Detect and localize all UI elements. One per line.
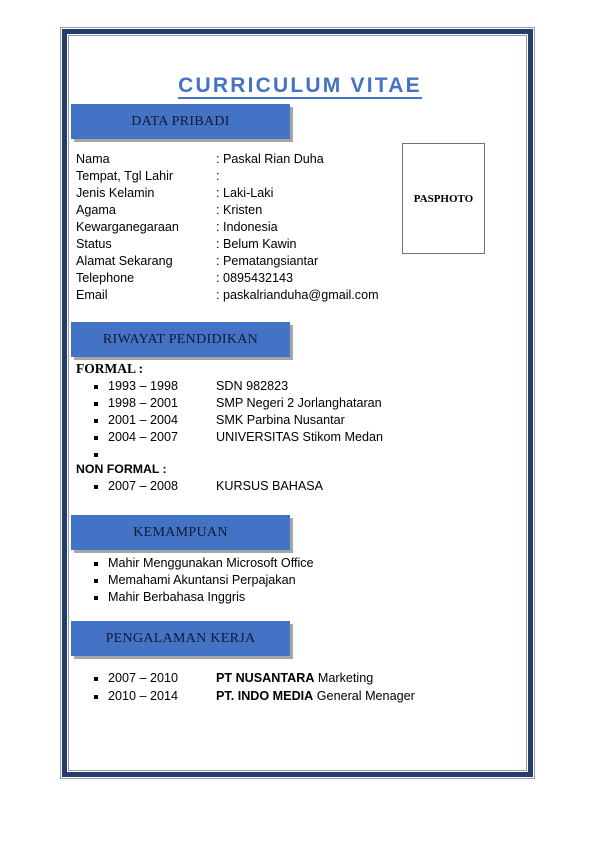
field-label: Kewarganegaraan <box>76 220 179 234</box>
section-heading-education: RIWAYAT PENDIDIKAN <box>71 322 290 357</box>
document-title-text: CURRICULUM VITAE <box>178 74 422 99</box>
education-years: 2007 – 2008 <box>108 479 179 493</box>
document-title: CURRICULUM VITAE <box>0 74 595 99</box>
field-label: Jenis Kelamin <box>76 186 155 200</box>
education-institution: SMK Parbina Nusantar <box>216 413 345 427</box>
bullet-icon <box>94 677 98 681</box>
field-value: : Indonesia <box>216 220 278 234</box>
field-label: Tempat, Tgl Lahir <box>76 169 174 183</box>
bullet-icon <box>94 579 98 583</box>
experience-position: PT. INDO MEDIA General Menager <box>216 688 415 705</box>
experience-role: Marketing <box>314 671 374 685</box>
field-value: : Paskal Rian Duha <box>216 152 324 166</box>
skill-item: Mahir Berbahasa Inggris <box>108 590 246 604</box>
skill-item: Mahir Menggunakan Microsoft Office <box>108 556 314 570</box>
bullet-icon <box>94 695 98 699</box>
education-years: 2001 – 2004 <box>108 413 179 427</box>
experience-company: PT NUSANTARA <box>216 671 315 685</box>
field-value: : Belum Kawin <box>216 237 297 251</box>
bullet-icon <box>94 562 98 566</box>
experience-company: PT. INDO MEDIA <box>216 689 314 703</box>
field-label: Telephone <box>76 271 135 285</box>
education-years: 1998 – 2001 <box>108 396 179 410</box>
field-label: Alamat Sekarang <box>76 254 173 268</box>
experience-position: PT NUSANTARA Marketing <box>216 670 373 687</box>
field-value: : <box>216 169 220 183</box>
bullet-icon <box>94 402 98 406</box>
experience-role: General Menager <box>313 689 415 703</box>
field-value: : Laki-Laki <box>216 186 274 200</box>
bullet-icon <box>94 419 98 423</box>
education-institution: SMP Negeri 2 Jorlanghataran <box>216 396 382 410</box>
bullet-icon <box>94 453 98 457</box>
experience-years: 2010 – 2014 <box>108 689 179 703</box>
education-institution: SDN 982823 <box>216 379 289 393</box>
field-label: Agama <box>76 203 116 217</box>
bullet-icon <box>94 385 98 389</box>
formal-education-label: FORMAL : <box>76 361 144 376</box>
bullet-icon <box>94 485 98 489</box>
section-heading-skills: KEMAMPUAN <box>71 515 290 550</box>
photo-placeholder: PASPHOTO <box>402 143 485 254</box>
field-value: : 0895432143 <box>216 271 294 285</box>
field-value: : Kristen <box>216 203 263 217</box>
skill-item: Memahami Akuntansi Perpajakan <box>108 573 296 587</box>
bullet-icon <box>94 596 98 600</box>
field-label: Nama <box>76 152 110 166</box>
education-years: 2004 – 2007 <box>108 430 179 444</box>
field-value: : paskalrianduha@gmail.com <box>216 288 379 302</box>
education-institution: KURSUS BAHASA <box>216 479 324 493</box>
field-label: Email <box>76 288 108 302</box>
section-heading-experience: PENGALAMAN KERJA <box>71 621 290 656</box>
experience-years: 2007 – 2010 <box>108 671 179 685</box>
education-years: 1993 – 1998 <box>108 379 179 393</box>
bullet-icon <box>94 436 98 440</box>
section-heading-personal: DATA PRIBADI <box>71 104 290 139</box>
nonformal-education-label: NON FORMAL : <box>76 462 167 476</box>
education-institution: UNIVERSITAS Stikom Medan <box>216 430 384 444</box>
field-label: Status <box>76 237 112 251</box>
field-value: : Pematangsiantar <box>216 254 319 268</box>
